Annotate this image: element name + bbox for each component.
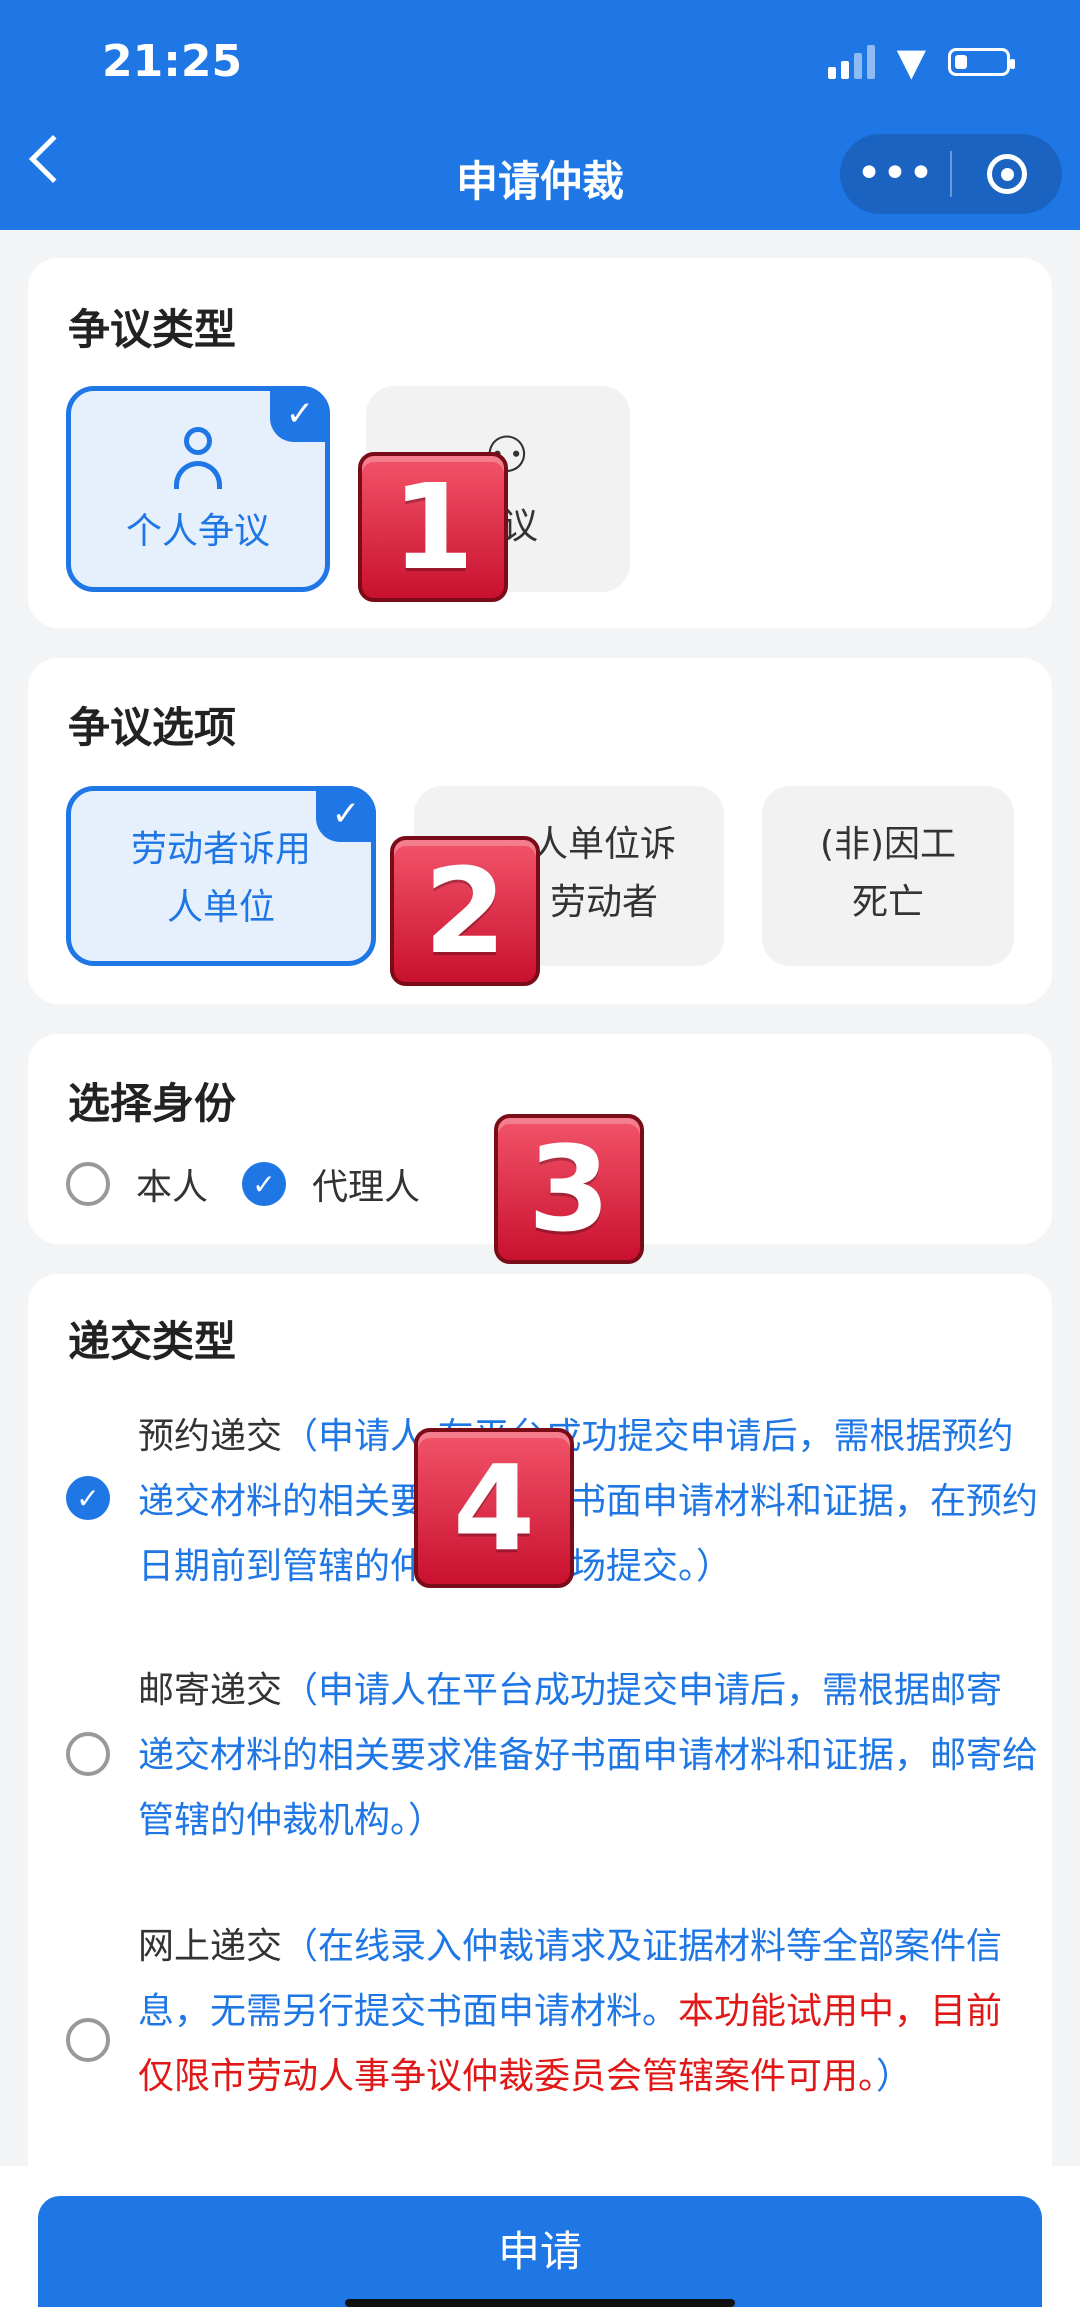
submit-type-title: 递交类型	[68, 1317, 237, 1366]
option-personal-dispute[interactable]: ✓ 个人争议	[66, 386, 330, 592]
submit-desc-end: ）	[876, 2056, 913, 2097]
annotation-badge-2: 2	[390, 836, 540, 986]
radio-appointment-submit[interactable]: ✓	[66, 1476, 110, 1520]
wifi-icon: ▼	[896, 40, 926, 84]
option-line1: (非)因工	[819, 824, 957, 865]
radio-mail-submit[interactable]	[66, 1732, 110, 1776]
radio-agent-label[interactable]: 代理人	[312, 1158, 420, 1210]
check-icon: ✓	[270, 386, 330, 442]
option-worker-vs-employer[interactable]: ✓ 劳动者诉用 人单位	[66, 786, 376, 966]
apply-button[interactable]: 申请	[38, 2196, 1042, 2307]
radio-self-label[interactable]: 本人	[136, 1158, 208, 1210]
annotation-badge-1: 1	[358, 452, 508, 602]
home-indicator	[345, 2299, 735, 2307]
submit-label: 网上递交	[138, 1926, 283, 1967]
radio-agent[interactable]: ✓	[242, 1162, 286, 1206]
annotation-badge-4: 4	[414, 1428, 574, 1588]
option-work-death[interactable]: (非)因工 死亡	[762, 786, 1014, 966]
annotation-badge-3: 3	[494, 1114, 644, 1264]
more-icon[interactable]: •••	[840, 152, 950, 196]
radio-self[interactable]	[66, 1162, 110, 1206]
battery-icon	[948, 48, 1015, 76]
check-icon: ✓	[316, 786, 376, 842]
option-line2: 死亡	[851, 882, 924, 923]
bottom-bar: 申请	[0, 2166, 1080, 2307]
option-line2: 人单位	[166, 887, 275, 928]
mini-program-capsule: •••	[840, 134, 1062, 214]
option-label: 个人争议	[125, 511, 270, 552]
dispute-type-card: 争议类型 ✓ 个人争议 ⚇ 争议	[28, 258, 1052, 628]
signal-icon	[827, 45, 875, 79]
target-icon	[987, 154, 1027, 194]
dispute-option-title: 争议选项	[68, 703, 237, 752]
dispute-option-card: 争议选项 ✓ 劳动者诉用 人单位 人单位诉 劳动者 (非)因工 死亡	[28, 658, 1052, 1004]
submit-option-mail[interactable]: 邮寄递交（申请人在平台成功提交申请后，需根据邮寄递交材料的相关要求准备好书面申请…	[138, 1658, 1038, 1853]
person-icon	[172, 427, 224, 491]
close-miniprogram-button[interactable]	[952, 154, 1062, 194]
identity-title: 选择身份	[68, 1079, 237, 1128]
status-time: 21:25	[102, 36, 243, 87]
app-header: 21:25 ▼ 申请仲裁 •••	[0, 0, 1080, 230]
submit-option-appointment[interactable]: 预约递交（申请人 在平台成功提交申请后，需根据预约递交材料的相关要求准备好书面申…	[138, 1404, 1038, 1599]
submit-label: 预约递交	[138, 1416, 283, 1457]
submit-label: 邮寄递交	[138, 1670, 283, 1711]
dispute-type-title: 争议类型	[68, 305, 237, 354]
radio-online-submit[interactable]	[66, 2018, 110, 2062]
submit-option-online[interactable]: 网上递交（在线录入仲裁请求及证据材料等全部案件信息，无需另行提交书面申请材料。本…	[138, 1914, 1038, 2109]
submit-type-card: 递交类型 ✓ 预约递交（申请人 在平台成功提交申请后，需根据预约递交材料的相关要…	[28, 1274, 1052, 2194]
status-icons: ▼	[827, 40, 1015, 84]
